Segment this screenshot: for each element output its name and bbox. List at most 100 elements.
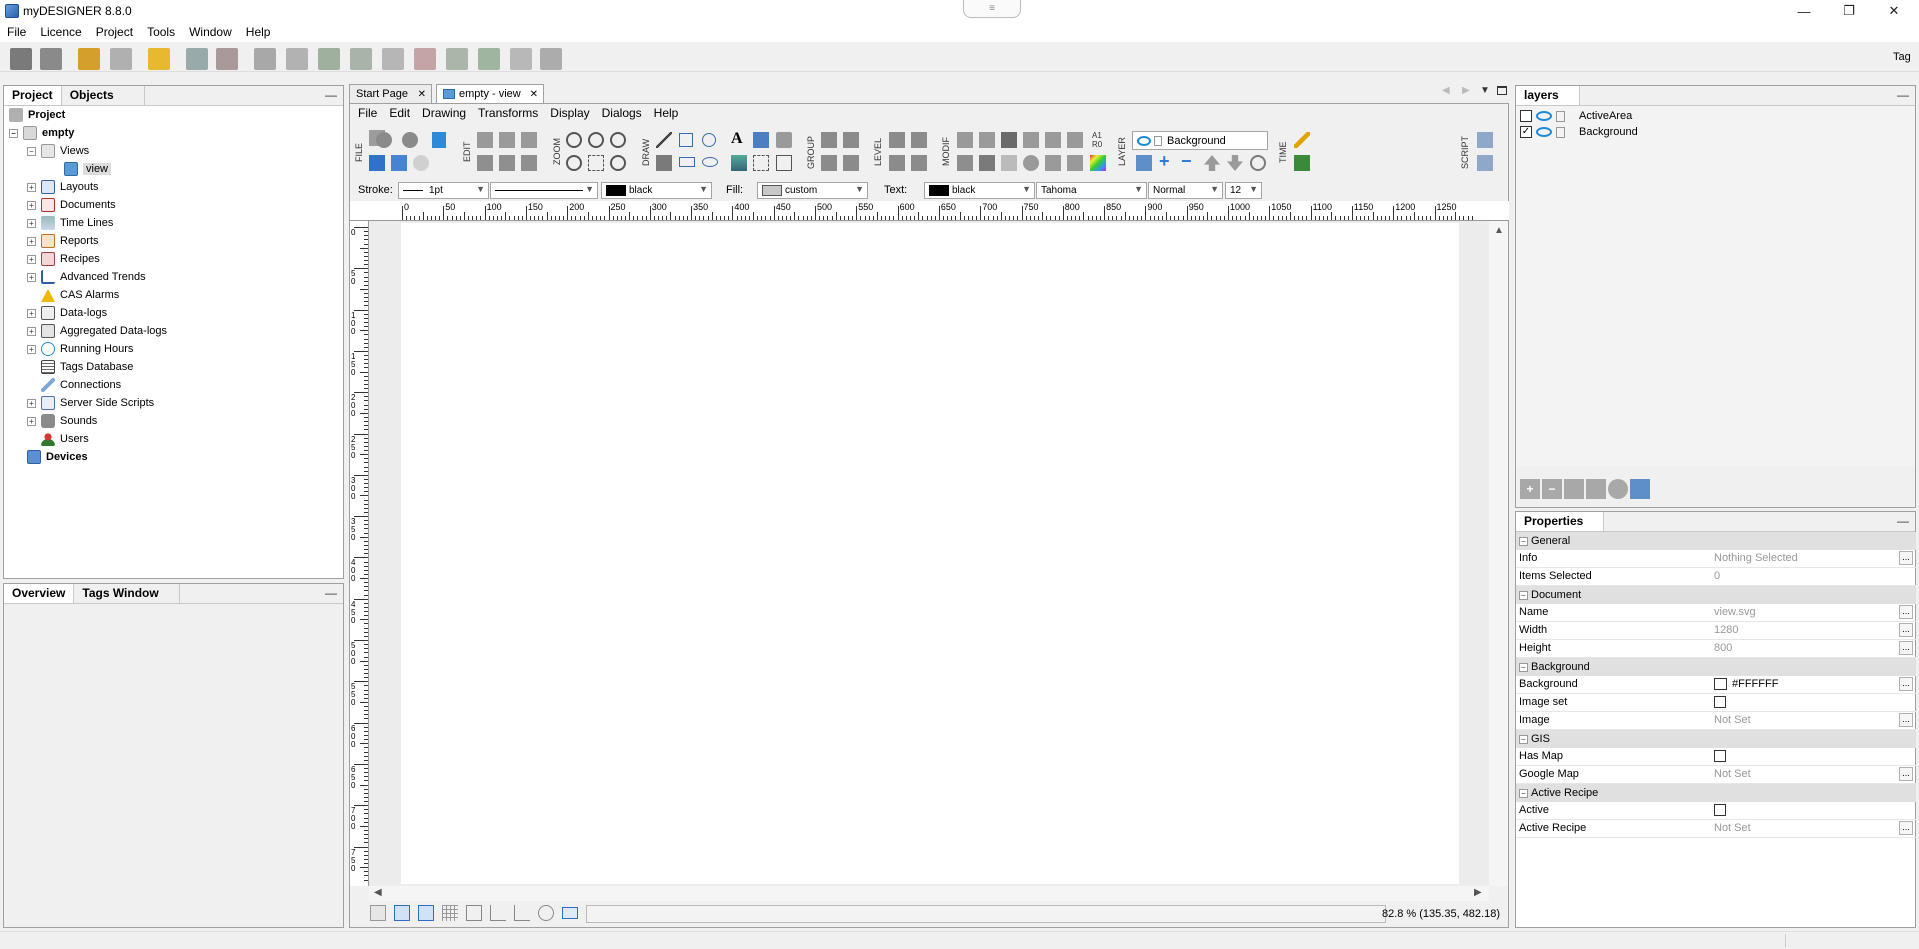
collapse-icon[interactable]: − (1519, 788, 1528, 798)
prop-group-active-recipe[interactable]: − Active Recipe (1516, 784, 1916, 802)
tag-tool-icon[interactable] (753, 132, 769, 148)
prop-row-has-map[interactable]: Has Map (1516, 748, 1916, 766)
tab-project[interactable]: Project (4, 86, 62, 105)
prop-row-image[interactable]: Image Not Set... (1516, 712, 1916, 730)
rotate-view-icon[interactable] (538, 905, 554, 921)
editor-menu-drawing[interactable]: Drawing (416, 104, 472, 122)
horizontal-scrollbar[interactable]: ◀ ▶ (369, 886, 1489, 901)
script-list-icon[interactable] (1477, 155, 1493, 171)
snap-objects-icon[interactable] (418, 905, 434, 921)
preview-icon[interactable] (286, 48, 308, 70)
line-tool-icon[interactable] (656, 132, 672, 148)
import-icon[interactable] (446, 48, 468, 70)
eye-icon[interactable] (1536, 111, 1552, 121)
image-set-checkbox[interactable] (1714, 696, 1726, 708)
stroke-color-select[interactable]: black ▼ (601, 182, 712, 199)
tree-item-recipes[interactable]: + Recipes (27, 250, 100, 268)
prop-group-gis[interactable]: − GIS (1516, 730, 1916, 748)
text-tool-icon[interactable]: A (731, 130, 743, 148)
layer-gear-icon[interactable] (1250, 155, 1266, 171)
collapse-icon[interactable]: − (1519, 536, 1528, 546)
text-color-select[interactable]: black ▼ (924, 182, 1035, 199)
snap-grid-icon[interactable] (394, 905, 410, 921)
editor-redo-icon[interactable] (402, 132, 418, 148)
tree-item-cas-alarms[interactable]: CAS Alarms (27, 286, 119, 304)
font-select[interactable]: Tahoma ▼ (1036, 182, 1147, 199)
zoom-reset-icon[interactable] (610, 155, 626, 171)
bring-forward-icon[interactable] (911, 132, 927, 148)
tree-item-aggregated-data-logs[interactable]: + Aggregated Data-logs (27, 322, 167, 340)
prop-group-background[interactable]: − Background (1516, 658, 1916, 676)
remove-layer-icon[interactable]: − (1181, 151, 1192, 172)
delete-shape-icon[interactable] (477, 155, 493, 171)
snap-angle-icon[interactable] (514, 905, 530, 921)
rotate-icon[interactable] (1023, 155, 1039, 171)
bring-front-icon[interactable] (889, 132, 905, 148)
tab-objects[interactable]: Objects (62, 86, 145, 105)
pencil-icon[interactable] (1294, 132, 1310, 148)
zoom-selection-icon[interactable] (588, 155, 604, 171)
panel-minimize-button[interactable]: — (325, 586, 337, 600)
stroke-width-select[interactable]: 1pt ▼ (398, 182, 489, 199)
zoom-in-icon[interactable] (566, 132, 582, 148)
tab-empty-view[interactable]: empty - view ✕ (436, 84, 544, 103)
font-style-select[interactable]: Normal ▼ (1148, 182, 1223, 199)
export-icon[interactable] (478, 48, 500, 70)
editor-menu-dialogs[interactable]: Dialogs (596, 104, 648, 122)
menu-project[interactable]: Project (89, 22, 140, 42)
expand-icon[interactable]: + (27, 326, 36, 336)
zoom-page-icon[interactable] (610, 132, 626, 148)
duplicate-icon[interactable] (382, 48, 404, 70)
ellipse-tool-icon[interactable] (702, 133, 716, 147)
tree-project-empty[interactable]: − empty (9, 124, 74, 142)
tab-overview[interactable]: Overview (4, 584, 75, 603)
menu-tools[interactable]: Tools (140, 22, 182, 42)
ungroup-icon[interactable] (843, 132, 859, 148)
zoom-out-icon[interactable] (566, 155, 582, 171)
expand-icon[interactable]: + (27, 182, 36, 192)
tab-scroll-right-icon[interactable]: ▶ (1462, 85, 1470, 96)
edit-button[interactable]: ... (1899, 767, 1913, 781)
scroll-right-icon[interactable]: ▶ (1474, 887, 1482, 898)
group-exit-icon[interactable] (843, 155, 859, 171)
tree-item-documents[interactable]: + Documents (27, 196, 116, 214)
clone-icon[interactable] (521, 155, 537, 171)
prop-row-items-selected[interactable]: Items Selected 0 (1516, 568, 1916, 586)
rotate-90-icon[interactable]: A1 R0 (1092, 131, 1102, 149)
expand-icon[interactable]: + (27, 218, 36, 228)
delete-icon[interactable] (414, 48, 436, 70)
expand-icon[interactable]: + (27, 416, 36, 426)
expand-icon[interactable]: + (27, 236, 36, 246)
add-layer-button[interactable]: + (1520, 479, 1540, 499)
image-tool-icon[interactable] (731, 155, 747, 171)
tree-views[interactable]: − Views (27, 142, 89, 160)
save-icon[interactable] (10, 48, 32, 70)
editor-menu-display[interactable]: Display (544, 104, 595, 122)
align-icon[interactable] (499, 155, 515, 171)
select-mode-icon[interactable] (370, 905, 386, 921)
menu-licence[interactable]: Licence (33, 22, 88, 42)
menu-window[interactable]: Window (182, 22, 239, 42)
tree-devices[interactable]: Devices (27, 448, 88, 466)
key-icon[interactable] (148, 48, 170, 70)
redo-icon[interactable] (110, 48, 132, 70)
zoom-fit-icon[interactable] (588, 132, 604, 148)
send-backward-icon[interactable] (911, 155, 927, 171)
color-palette-icon[interactable] (1090, 155, 1106, 171)
copy-window-icon[interactable] (540, 48, 562, 70)
page-border-icon[interactable] (466, 905, 482, 921)
add-view-icon[interactable] (186, 48, 208, 70)
prop-row-width[interactable]: Width 1280... (1516, 622, 1916, 640)
resize-icon[interactable] (1045, 132, 1061, 148)
expand-icon[interactable]: + (27, 308, 36, 318)
move-icon[interactable] (1001, 132, 1017, 148)
color-swatch[interactable] (1714, 678, 1727, 690)
edit-button[interactable]: ... (1899, 677, 1913, 691)
tab-start-page[interactable]: Start Page ✕ (349, 84, 432, 103)
menu-file[interactable]: File (0, 22, 33, 42)
script-edit-icon[interactable] (1477, 132, 1493, 148)
edit-button[interactable]: ... (1899, 821, 1913, 835)
panel-minimize-button[interactable]: — (1897, 88, 1909, 102)
prop-group-document[interactable]: − Document (1516, 586, 1916, 604)
layer-gear-icon[interactable] (1608, 479, 1628, 499)
